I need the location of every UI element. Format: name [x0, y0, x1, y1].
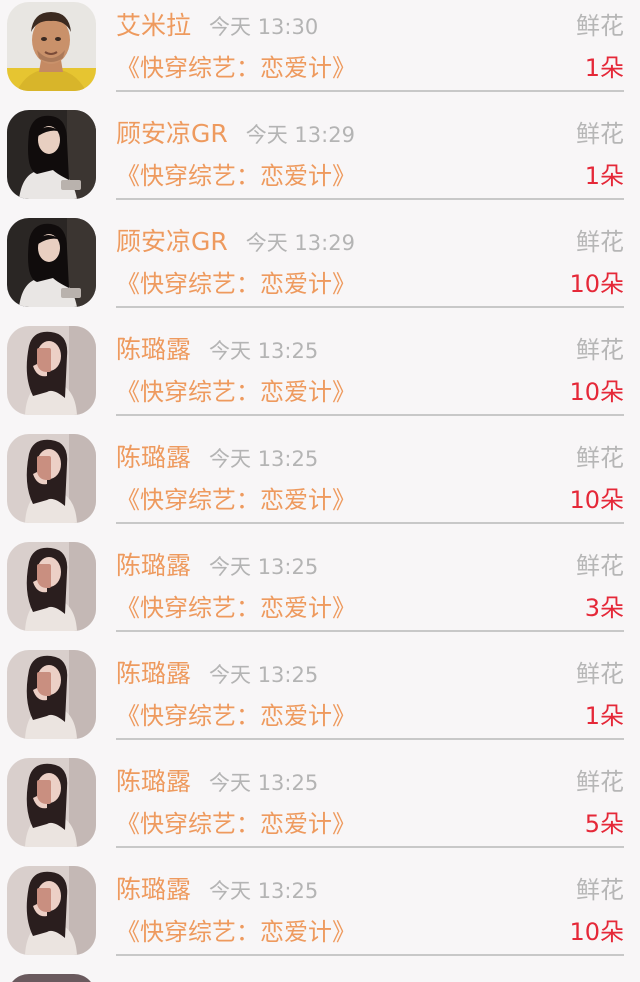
username-text[interactable]: 顾安凉GR	[116, 119, 228, 148]
gift-row[interactable]: 陈璐露 今天 13:25 鲜花 《快穿综艺：恋爱计》 5朵	[0, 756, 640, 864]
row-divider	[116, 522, 624, 524]
username[interactable]: 艾米拉 今天 13:30	[116, 10, 318, 43]
username-text[interactable]: 陈璐露	[116, 551, 191, 580]
book-title-link[interactable]: 《快穿综艺：恋爱计》	[116, 592, 356, 624]
gift-row[interactable]: 陈璐露 今天 13:25 鲜花 《快穿综艺：恋爱计》 10朵	[0, 864, 640, 972]
gift-count: 10朵	[569, 486, 624, 514]
gift-type-label: 鲜花	[576, 660, 624, 688]
girl-phone-avatar[interactable]	[7, 542, 96, 631]
gift-count: 10朵	[569, 378, 624, 406]
username[interactable]: 顾安凉GR 今天 13:29	[116, 118, 355, 151]
book-title-link[interactable]: 《快穿综艺：恋爱计》	[116, 160, 356, 192]
row-divider	[116, 198, 624, 200]
username-text[interactable]: 陈璐露	[116, 659, 191, 688]
book-title-link[interactable]: 《快穿综艺：恋爱计》	[116, 376, 356, 408]
book-title-link[interactable]: 《快穿综艺：恋爱计》	[116, 52, 356, 84]
book-title-link[interactable]: 《快穿综艺：恋爱计》	[116, 484, 356, 516]
username[interactable]: 顾安凉GR 今天 13:29	[116, 226, 355, 259]
username-text[interactable]: 顾安凉GR	[116, 227, 228, 256]
gift-row[interactable]: 陈璐露 今天 13:25 鲜花 《快穿综艺：恋爱计》 1朵	[0, 648, 640, 756]
gift-type-label: 鲜花	[576, 228, 624, 256]
gift-count: 1朵	[584, 162, 624, 190]
girl-phone-avatar[interactable]	[7, 434, 96, 523]
gift-count: 5朵	[584, 810, 624, 838]
gift-type-label: 鲜花	[576, 120, 624, 148]
username[interactable]: 陈璐露 今天 13:25	[116, 334, 318, 367]
timestamp: 今天 13:25	[209, 771, 319, 795]
gift-type-label: 鲜花	[576, 444, 624, 472]
gift-count: 3朵	[584, 594, 624, 622]
book-title-link[interactable]: 《快穿综艺：恋爱计》	[116, 916, 356, 948]
girl-phone-avatar[interactable]	[7, 866, 96, 955]
username[interactable]: 陈璐露 今天 13:25	[116, 766, 318, 799]
username-text[interactable]: 陈璐露	[116, 443, 191, 472]
gift-type-label: 鲜花	[576, 336, 624, 364]
username-text[interactable]: 陈璐露	[116, 875, 191, 904]
gift-row[interactable]: 陈璐露 今天 13:25 鲜花 《快穿综艺：恋爱计》 10朵	[0, 432, 640, 540]
girl-phone-avatar[interactable]	[7, 326, 96, 415]
username[interactable]: 陈璐露 今天 13:25	[116, 442, 318, 475]
timestamp: 今天 13:29	[245, 231, 355, 255]
gift-type-label: 鲜花	[576, 768, 624, 796]
username-text[interactable]: 陈璐露	[116, 767, 191, 796]
gift-row[interactable]: 顾安凉GR 今天 13:29 鲜花 《快穿综艺：恋爱计》 10朵	[0, 216, 640, 324]
gift-count: 10朵	[569, 918, 624, 946]
row-divider	[116, 738, 624, 740]
username[interactable]: 陈璐露 今天 13:25	[116, 550, 318, 583]
girl-phone-avatar[interactable]	[7, 650, 96, 739]
row-divider	[116, 90, 624, 92]
book-title-link[interactable]: 《快穿综艺：恋爱计》	[116, 700, 356, 732]
row-divider	[116, 306, 624, 308]
row-divider	[116, 846, 624, 848]
gift-record-list: 艾米拉 今天 13:30 鲜花 《快穿综艺：恋爱计》 1朵 顾安凉GR 今天 13:…	[0, 0, 640, 982]
row-divider	[116, 630, 624, 632]
username[interactable]: 陈璐露 今天 13:25	[116, 658, 318, 691]
gift-type-label: 鲜花	[576, 876, 624, 904]
row-divider	[116, 954, 624, 956]
gift-row[interactable]: 顾安凉GR 今天 13:29 鲜花 《快穿综艺：恋爱计》 1朵	[0, 108, 640, 216]
username-text[interactable]: 艾米拉	[116, 11, 191, 40]
girl-dark-avatar[interactable]	[7, 218, 96, 307]
timestamp: 今天 13:25	[209, 555, 319, 579]
book-title-link[interactable]: 《快穿综艺：恋爱计》	[116, 268, 356, 300]
partial-avatar[interactable]	[7, 974, 96, 982]
username-text[interactable]: 陈璐露	[116, 335, 191, 364]
row-divider	[116, 414, 624, 416]
username[interactable]: 陈璐露 今天 13:25	[116, 874, 318, 907]
gift-row[interactable]: 艾米拉 今天 13:30 鲜花 《快穿综艺：恋爱计》 1朵	[0, 0, 640, 108]
girl-phone-avatar[interactable]	[7, 758, 96, 847]
timestamp: 今天 13:30	[209, 15, 319, 39]
gift-count: 1朵	[584, 54, 624, 82]
gift-type-label: 鲜花	[576, 12, 624, 40]
timestamp: 今天 13:25	[209, 447, 319, 471]
gift-type-label: 鲜花	[576, 552, 624, 580]
gift-row[interactable]: 陈璐露 今天 13:25 鲜花 《快穿综艺：恋爱计》 10朵	[0, 324, 640, 432]
girl-dark-avatar[interactable]	[7, 110, 96, 199]
timestamp: 今天 13:25	[209, 663, 319, 687]
timestamp: 今天 13:25	[209, 339, 319, 363]
male-player-avatar[interactable]	[7, 2, 96, 91]
gift-row[interactable]: 陈璐露 今天 13:25 鲜花 《快穿综艺：恋爱计》 3朵	[0, 540, 640, 648]
gift-count: 10朵	[569, 270, 624, 298]
book-title-link[interactable]: 《快穿综艺：恋爱计》	[116, 808, 356, 840]
gift-count: 1朵	[584, 702, 624, 730]
timestamp: 今天 13:25	[209, 879, 319, 903]
timestamp: 今天 13:29	[245, 123, 355, 147]
